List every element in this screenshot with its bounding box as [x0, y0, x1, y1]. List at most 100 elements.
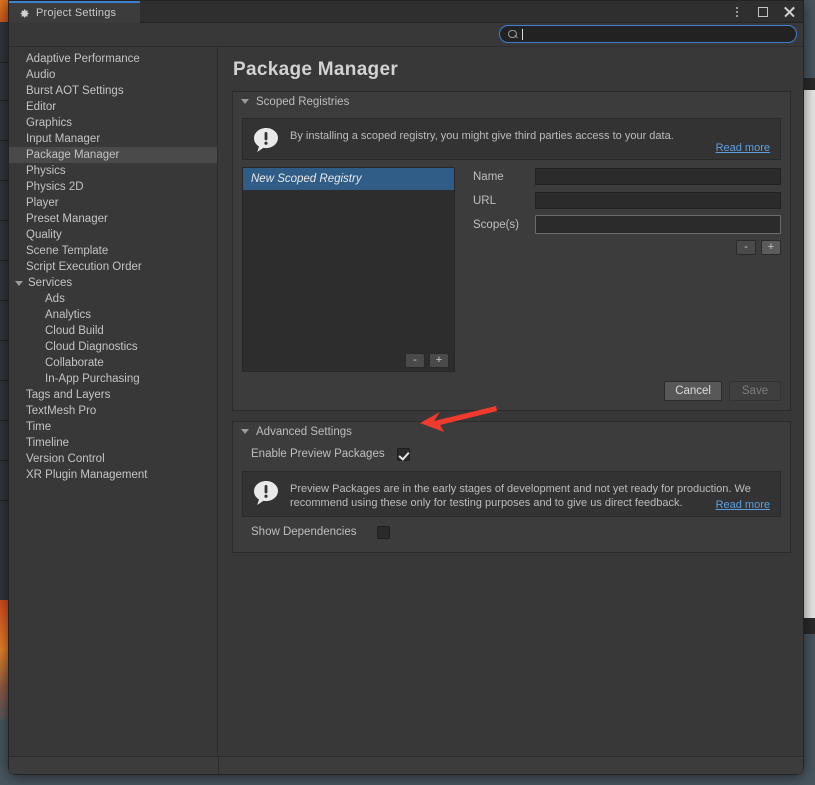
sidebar-item-label: Scene Template: [26, 245, 109, 257]
url-input[interactable]: [535, 192, 781, 209]
sidebar-item-cloud-build[interactable]: Cloud Build: [9, 323, 217, 339]
scoped-registry-notice: By installing a scoped registry, you mig…: [242, 118, 781, 160]
registry-list[interactable]: New Scoped Registry - +: [242, 167, 455, 372]
sidebar-item-label: Timeline: [26, 437, 70, 449]
scoped-registries-header[interactable]: Scoped Registries: [233, 92, 790, 111]
sidebar-item-player[interactable]: Player: [9, 195, 217, 211]
save-button[interactable]: Save: [729, 381, 781, 401]
sidebar-item-textmesh-pro[interactable]: TextMesh Pro: [9, 403, 217, 419]
notice-text: By installing a scoped registry, you mig…: [290, 130, 674, 142]
sidebar-item-cloud-diagnostics[interactable]: Cloud Diagnostics: [9, 339, 217, 355]
registry-list-footer: - +: [243, 349, 454, 371]
sidebar-item-label: XR Plugin Management: [26, 469, 148, 481]
advanced-settings-panel: Advanced Settings Enable Preview Package…: [232, 421, 791, 553]
sidebar-item-preset-manager[interactable]: Preset Manager: [9, 211, 217, 227]
tab-project-settings[interactable]: Project Settings: [9, 1, 140, 23]
sidebar-item-package-manager[interactable]: Package Manager: [9, 147, 217, 163]
sidebar-item-label: Cloud Diagnostics: [45, 341, 138, 353]
sidebar-item-label: Script Execution Order: [26, 261, 142, 273]
sidebar-item-label: In-App Purchasing: [45, 373, 140, 385]
scopes-label: Scope(s): [473, 218, 520, 231]
registry-editor: New Scoped Registry - + Name URL Scope(s…: [242, 167, 781, 372]
more-options-icon[interactable]: [730, 6, 743, 19]
sidebar-item-ads[interactable]: Ads: [9, 291, 217, 307]
sidebar-item-burst-aot-settings[interactable]: Burst AOT Settings: [9, 83, 217, 99]
chevron-down-icon: [15, 280, 23, 286]
section-title: Scoped Registries: [256, 95, 350, 108]
registry-name-row: Name: [473, 167, 781, 186]
sidebar-item-audio[interactable]: Audio: [9, 67, 217, 83]
sidebar-item-label: Player: [26, 197, 59, 209]
search-icon: [508, 29, 517, 39]
sidebar-item-editor[interactable]: Editor: [9, 99, 217, 115]
search-input[interactable]: [528, 26, 788, 42]
sidebar-item-label: Version Control: [26, 453, 105, 465]
sidebar-item-physics[interactable]: Physics: [9, 163, 217, 179]
enable-preview-packages-checkbox[interactable]: [396, 447, 410, 461]
remove-scope-button[interactable]: -: [736, 240, 756, 255]
settings-content: Package Manager Scoped Registries By ins…: [218, 47, 803, 774]
sidebar-item-label: Ads: [45, 293, 65, 305]
sidebar-item-label: Package Manager: [26, 149, 120, 161]
tab-label: Project Settings: [36, 7, 117, 19]
show-dependencies-label: Show Dependencies: [251, 526, 357, 538]
window-titlebar: Project Settings: [9, 1, 803, 23]
project-settings-window: Project Settings Adaptive Performance Au…: [8, 0, 804, 775]
sidebar-item-time[interactable]: Time: [9, 419, 217, 435]
sidebar-item-version-control[interactable]: Version Control: [9, 451, 217, 467]
chevron-down-icon: [241, 429, 249, 434]
search-field[interactable]: [499, 25, 797, 43]
sidebar-item-timeline[interactable]: Timeline: [9, 435, 217, 451]
read-more-link[interactable]: Read more: [716, 142, 770, 154]
registry-list-item[interactable]: New Scoped Registry: [243, 168, 454, 190]
advanced-settings-header[interactable]: Advanced Settings: [233, 422, 790, 441]
add-scope-button[interactable]: +: [761, 240, 781, 255]
sidebar-item-label: Time: [26, 421, 52, 433]
close-icon[interactable]: [782, 6, 795, 19]
scope-buttons: - +: [473, 240, 781, 255]
settings-toolbar: [9, 23, 803, 47]
sidebar-item-graphics[interactable]: Graphics: [9, 115, 217, 131]
sidebar-item-label: Burst AOT Settings: [26, 85, 124, 97]
sidebar-item-scene-template[interactable]: Scene Template: [9, 243, 217, 259]
footer-right-pane: [218, 756, 803, 774]
registry-scopes-row: Scope(s): [473, 215, 781, 234]
add-registry-button[interactable]: +: [429, 352, 449, 368]
notice-text: Preview Packages are in the early stages…: [290, 483, 751, 509]
sidebar-item-label: Editor: [26, 101, 57, 113]
sidebar-group-services[interactable]: Services: [9, 275, 217, 291]
footer-left-pane: [9, 756, 218, 774]
sidebar-item-physics-2d[interactable]: Physics 2D: [9, 179, 217, 195]
text-caret: [522, 28, 523, 40]
sidebar-item-xr-plugin-management[interactable]: XR Plugin Management: [9, 467, 217, 483]
advanced-settings-body: Enable Preview Packages Preview Packages…: [233, 441, 790, 552]
info-bubble-icon: [253, 127, 279, 153]
sidebar-item-quality[interactable]: Quality: [9, 227, 217, 243]
sidebar-item-in-app-purchasing[interactable]: In-App Purchasing: [9, 371, 217, 387]
sidebar-item-label: Adaptive Performance: [26, 53, 140, 65]
sidebar-item-tags-and-layers[interactable]: Tags and Layers: [9, 387, 217, 403]
sidebar-item-label: TextMesh Pro: [26, 405, 97, 417]
read-more-link[interactable]: Read more: [716, 499, 770, 511]
preview-packages-notice: Preview Packages are in the early stages…: [242, 471, 781, 517]
sidebar-item-label: Quality: [26, 229, 62, 241]
sidebar-item-label: Physics: [26, 165, 66, 177]
sidebar-item-analytics[interactable]: Analytics: [9, 307, 217, 323]
sidebar-item-input-manager[interactable]: Input Manager: [9, 131, 217, 147]
sidebar-item-script-execution-order[interactable]: Script Execution Order: [9, 259, 217, 275]
sidebar-item-adaptive-performance[interactable]: Adaptive Performance: [9, 51, 217, 67]
registry-url-row: URL: [473, 191, 781, 210]
maximize-icon[interactable]: [756, 6, 769, 19]
remove-registry-button[interactable]: -: [405, 352, 425, 368]
sidebar-item-collaborate[interactable]: Collaborate: [9, 355, 217, 371]
sidebar-item-label: Audio: [26, 69, 56, 81]
cancel-button[interactable]: Cancel: [664, 381, 722, 401]
settings-sidebar[interactable]: Adaptive Performance Audio Burst AOT Set…: [9, 47, 218, 774]
section-title: Advanced Settings: [256, 425, 352, 438]
scopes-input[interactable]: [535, 215, 781, 234]
sidebar-item-label: Collaborate: [45, 357, 104, 369]
show-dependencies-checkbox[interactable]: [376, 525, 390, 539]
sidebar-item-label: Services: [28, 277, 73, 289]
name-input[interactable]: [535, 168, 781, 185]
window-controls: [730, 1, 795, 23]
